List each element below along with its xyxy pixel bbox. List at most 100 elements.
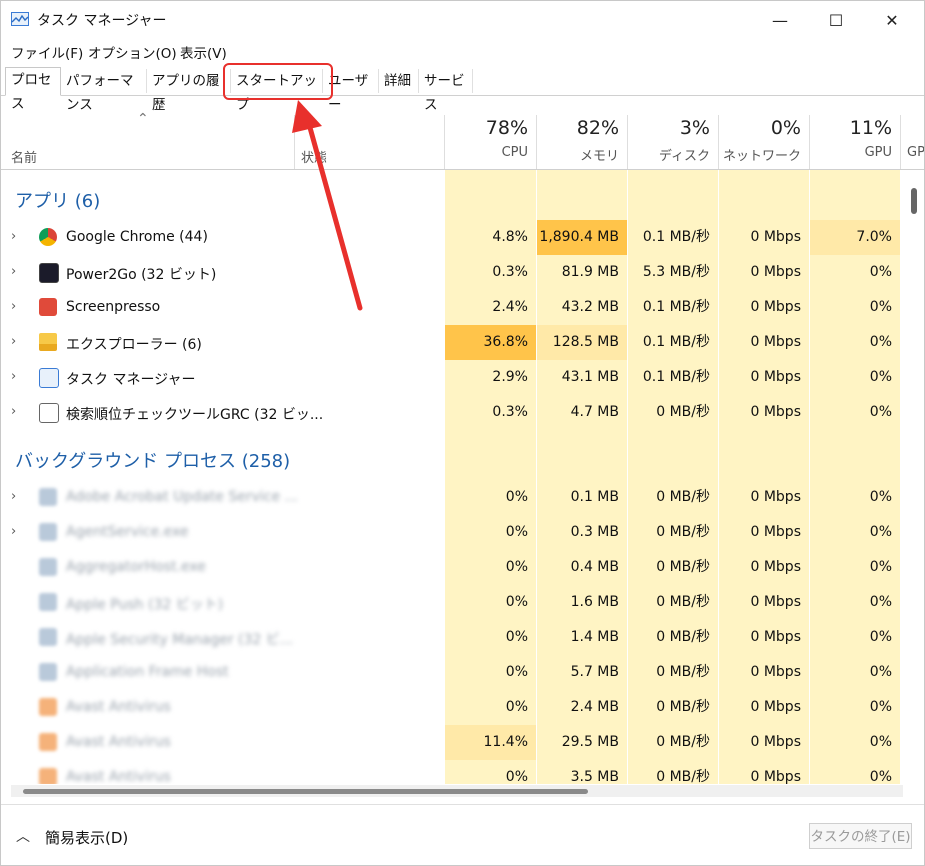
tab-details[interactable]: 詳細 bbox=[379, 69, 419, 93]
expand-chevron-icon[interactable]: › bbox=[11, 524, 16, 539]
background-process-row[interactable]: Apple Security Manager (32 ビ... 0% 1.4 MB 0… bbox=[1, 620, 906, 655]
process-name: Application Frame Host bbox=[66, 664, 229, 680]
background-process-row[interactable]: Application Frame Host 0% 5.7 MB 0 MB/秒 0 Mb… bbox=[1, 655, 906, 690]
tab-services[interactable]: サービス bbox=[419, 69, 473, 113]
expand-chevron-icon[interactable]: › bbox=[11, 229, 16, 244]
column-cpu[interactable]: 78% CPU bbox=[444, 115, 536, 169]
background-process-row[interactable]: › Adobe Acrobat Update Service ... 0% 0.1 M… bbox=[1, 480, 906, 515]
cpu-cell: 0% bbox=[444, 585, 536, 620]
task-manager-window: タスク マネージャー — ☐ ✕ ファイル(F) オプション(O) 表示(V) … bbox=[0, 0, 925, 866]
network-cell: 0 Mbps bbox=[718, 360, 809, 395]
gpu-cell: 0% bbox=[809, 290, 900, 325]
expand-chevron-icon[interactable]: › bbox=[11, 489, 16, 504]
network-cell: 0 Mbps bbox=[718, 690, 809, 725]
tab-app-history[interactable]: アプリの履歴 bbox=[147, 69, 231, 113]
gpu-cell: 0% bbox=[809, 585, 900, 620]
background-process-row[interactable]: AggregatorHost.exe 0% 0.4 MB 0 MB/秒 0 Mbps 0% bbox=[1, 550, 906, 585]
minimize-button[interactable]: — bbox=[757, 1, 803, 39]
tab-performance[interactable]: パフォーマンス bbox=[61, 69, 147, 113]
app-row[interactable]: › Power2Go (32 ビット) 0.3% 81.9 MB 5.3 MB/秒 0 M… bbox=[1, 255, 906, 290]
column-divider bbox=[294, 115, 295, 169]
app-row[interactable]: › Google Chrome (44) 4.8% 1,890.4 MB 0.1 MB/… bbox=[1, 220, 906, 255]
cpu-cell: 0% bbox=[444, 480, 536, 515]
column-status[interactable]: 状態 bbox=[301, 147, 327, 166]
tab-processes[interactable]: プロセス bbox=[5, 67, 61, 112]
empty-cell bbox=[627, 170, 718, 220]
expand-chevron-icon[interactable]: › bbox=[11, 299, 16, 314]
tab-users[interactable]: ユーザー bbox=[323, 69, 379, 113]
background-process-row[interactable]: › AgentService.exe 0% 0.3 MB 0 MB/秒 0 Mbps 0% bbox=[1, 515, 906, 550]
column-disk[interactable]: 3% ディスク bbox=[627, 115, 718, 169]
gpu-engine-label: GP bbox=[907, 145, 924, 160]
process-name: Avast Antivirus bbox=[66, 769, 171, 784]
cpu-cell: 11.4% bbox=[444, 725, 536, 760]
cpu-cell: 2.4% bbox=[444, 290, 536, 325]
end-task-button[interactable]: タスクの終了(E) bbox=[809, 823, 912, 849]
menu-options[interactable]: オプション(O) bbox=[88, 42, 177, 62]
horizontal-scrollbar[interactable] bbox=[11, 785, 903, 797]
cpu-cell: 0% bbox=[444, 690, 536, 725]
horizontal-scrollbar-thumb[interactable] bbox=[23, 789, 588, 794]
memory-cell: 1,890.4 MB bbox=[536, 220, 627, 255]
maximize-icon: ☐ bbox=[828, 10, 844, 30]
process-icon bbox=[39, 768, 57, 784]
column-memory[interactable]: 82% メモリ bbox=[536, 115, 627, 169]
network-cell: 0 Mbps bbox=[718, 255, 809, 290]
process-name: Power2Go (32 ビット) bbox=[66, 267, 217, 283]
gpu-cell: 0% bbox=[809, 760, 900, 784]
disk-cell: 0.1 MB/秒 bbox=[627, 360, 718, 395]
disk-cell: 0 MB/秒 bbox=[627, 760, 718, 784]
memory-cell: 43.1 MB bbox=[536, 360, 627, 395]
network-total: 0% bbox=[770, 117, 801, 139]
footer: ︿ 簡易表示(D) タスクの終了(E) bbox=[1, 804, 924, 866]
cpu-cell: 0% bbox=[444, 620, 536, 655]
disk-cell: 0 MB/秒 bbox=[627, 690, 718, 725]
expand-chevron-icon[interactable]: › bbox=[11, 369, 16, 384]
menu-view[interactable]: 表示(V) bbox=[180, 42, 227, 62]
app-row[interactable]: › 検索順位チェックツールGRC (32 ビッ... 0.3% 4.7 MB 0 MB/… bbox=[1, 395, 906, 430]
network-cell: 0 Mbps bbox=[718, 725, 809, 760]
empty-cell bbox=[718, 170, 809, 220]
network-cell: 0 Mbps bbox=[718, 515, 809, 550]
column-network[interactable]: 0% ネットワーク bbox=[718, 115, 809, 169]
background-process-row[interactable]: Avast Antivirus 0% 3.5 MB 0 MB/秒 0 Mbps 0% bbox=[1, 760, 906, 784]
expand-chevron-icon[interactable]: › bbox=[11, 334, 16, 349]
memory-total: 82% bbox=[576, 117, 619, 139]
process-name: Apple Push (32 ビット) bbox=[66, 597, 224, 613]
sort-up-icon[interactable]: ⌃ bbox=[137, 111, 149, 127]
gpu-cell: 0% bbox=[809, 255, 900, 290]
disk-cell: 0.1 MB/秒 bbox=[627, 290, 718, 325]
memory-cell: 128.5 MB bbox=[536, 325, 627, 360]
app-row[interactable]: › タスク マネージャー 2.9% 43.1 MB 0.1 MB/秒 0 Mbps 0% bbox=[1, 360, 906, 395]
app-row[interactable]: › Screenpresso 2.4% 43.2 MB 0.1 MB/秒 0 Mbps 0% bbox=[1, 290, 906, 325]
empty-cell bbox=[627, 430, 718, 480]
close-button[interactable]: ✕ bbox=[869, 1, 915, 39]
expand-chevron-icon[interactable]: › bbox=[11, 404, 16, 419]
column-gpu[interactable]: 11% GPU bbox=[809, 115, 900, 169]
gpu-cell: 0% bbox=[809, 480, 900, 515]
memory-label: メモリ bbox=[579, 149, 619, 164]
cpu-label: CPU bbox=[501, 145, 528, 160]
cpu-cell: 0% bbox=[444, 655, 536, 690]
process-name: Google Chrome (44) bbox=[66, 229, 208, 245]
memory-cell: 81.9 MB bbox=[536, 255, 627, 290]
folder-icon bbox=[39, 333, 57, 351]
app-row[interactable]: › エクスプローラー (6) 36.8% 128.5 MB 0.1 MB/秒 0 Mbps… bbox=[1, 325, 906, 360]
background-process-row[interactable]: Apple Push (32 ビット) 0% 1.6 MB 0 MB/秒 0 Mbps 0… bbox=[1, 585, 906, 620]
maximize-button[interactable]: ☐ bbox=[813, 1, 859, 39]
power2go-icon bbox=[39, 263, 59, 283]
vertical-scrollbar-thumb[interactable] bbox=[911, 188, 917, 214]
cpu-total: 78% bbox=[485, 117, 528, 139]
cpu-cell: 0% bbox=[444, 550, 536, 585]
menu-file[interactable]: ファイル(F) bbox=[11, 42, 83, 62]
tab-startup[interactable]: スタートアップ bbox=[231, 69, 323, 113]
expand-chevron-icon[interactable]: › bbox=[11, 264, 16, 279]
column-gpu-engine[interactable]: GP bbox=[900, 115, 924, 169]
gpu-cell: 0% bbox=[809, 725, 900, 760]
empty-cell bbox=[444, 170, 536, 220]
fewer-details-link[interactable]: 簡易表示(D) bbox=[45, 827, 128, 848]
background-process-row[interactable]: Avast Antivirus 11.4% 29.5 MB 0 MB/秒 0 Mbps 0… bbox=[1, 725, 906, 760]
column-name[interactable]: 名前 bbox=[11, 147, 37, 166]
background-process-row[interactable]: Avast Antivirus 0% 2.4 MB 0 MB/秒 0 Mbps 0% bbox=[1, 690, 906, 725]
chevron-up-icon[interactable]: ︿ bbox=[16, 826, 30, 846]
